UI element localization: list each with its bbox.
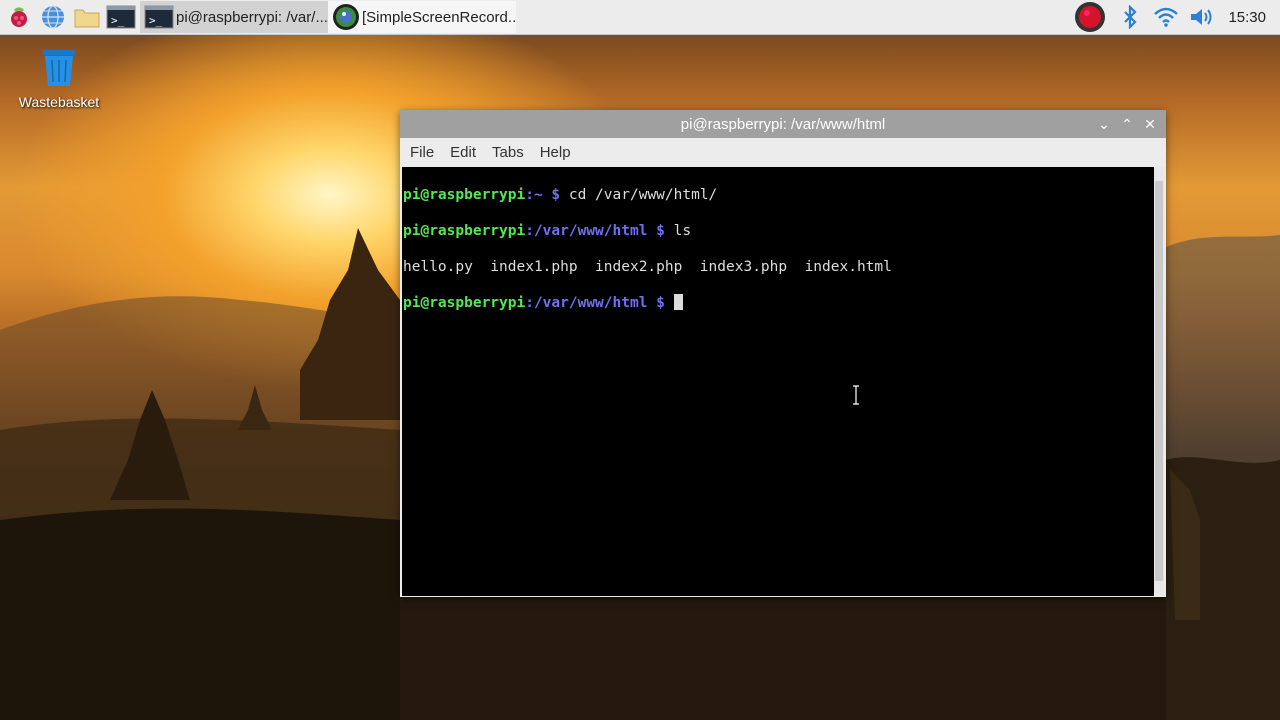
record-status-icon[interactable] <box>1073 0 1107 34</box>
scrollbar-thumb[interactable] <box>1155 181 1163 581</box>
wastebasket-desktop-icon[interactable]: Wastebasket <box>14 46 104 110</box>
prompt-user: pi@raspberrypi <box>403 187 526 203</box>
prompt-user: pi@raspberrypi <box>403 295 526 311</box>
prompt-path: :/var/www/html $ <box>525 295 665 311</box>
terminal-launcher-icon[interactable]: >_ <box>106 2 136 32</box>
minimize-icon[interactable]: ⌄ <box>1094 114 1114 134</box>
terminal-icon: >_ <box>144 5 174 29</box>
web-browser-icon[interactable] <box>38 2 68 32</box>
clock[interactable]: 15:30 <box>1228 9 1266 26</box>
command-text <box>665 295 674 311</box>
raspberry-menu-icon[interactable] <box>4 2 34 32</box>
system-tray: 15:30 <box>1068 0 1280 34</box>
command-output: hello.py index1.php index2.php index3.ph… <box>403 259 892 275</box>
prompt-path: :~ $ <box>525 187 561 203</box>
close-icon[interactable]: ✕ <box>1140 114 1160 134</box>
wastebasket-label: Wastebasket <box>18 94 100 110</box>
prompt-user: pi@raspberrypi <box>403 223 526 239</box>
taskbar-terminal-task[interactable]: >_ pi@raspberrypi: /var/... <box>140 1 328 33</box>
terminal-line: pi@raspberrypi:/var/www/html $ ls <box>402 222 1154 240</box>
terminal-scrollbar[interactable] <box>1154 167 1164 595</box>
trash-icon <box>43 50 75 86</box>
menu-file[interactable]: File <box>402 144 442 161</box>
terminal-line: pi@raspberrypi:/var/www/html $ <box>402 294 1154 312</box>
taskbar-recorder-task[interactable]: [SimpleScreenRecord... <box>328 1 516 33</box>
prompt-path: :/var/www/html $ <box>525 223 665 239</box>
bluetooth-icon[interactable] <box>1117 4 1143 30</box>
mouse-ibeam-cursor <box>853 385 859 405</box>
svg-text:>_: >_ <box>111 14 125 27</box>
window-title: pi@raspberrypi: /var/www/html <box>680 115 886 133</box>
command-text: cd /var/www/html/ <box>560 187 718 203</box>
terminal-line: pi@raspberrypi:~ $ cd /var/www/html/ <box>402 186 1154 204</box>
screen-recorder-icon <box>333 4 359 30</box>
volume-icon[interactable] <box>1189 4 1215 30</box>
terminal-output[interactable]: pi@raspberrypi:~ $ cd /var/www/html/ pi@… <box>402 167 1154 596</box>
file-manager-icon[interactable] <box>72 2 102 32</box>
text-cursor <box>673 294 683 310</box>
terminal-line: hello.py index1.php index2.php index3.ph… <box>402 258 1154 276</box>
taskbar-task-label: [SimpleScreenRecord... <box>362 8 516 26</box>
svg-text:>_: >_ <box>149 14 163 27</box>
maximize-icon[interactable]: ⌃ <box>1117 114 1137 134</box>
top-panel: >_ >_ pi@raspberrypi: /var/... [SimpleSc… <box>0 0 1280 35</box>
wifi-icon[interactable] <box>1153 4 1179 30</box>
command-text: ls <box>664 223 692 239</box>
menu-bar: File Edit Tabs Help <box>400 138 1166 167</box>
taskbar-task-label: pi@raspberrypi: /var/... <box>176 8 328 26</box>
window-titlebar[interactable]: pi@raspberrypi: /var/www/html ⌄ ⌃ ✕ <box>400 110 1166 138</box>
menu-tabs[interactable]: Tabs <box>484 144 532 161</box>
menu-edit[interactable]: Edit <box>442 144 484 161</box>
terminal-window: pi@raspberrypi: /var/www/html ⌄ ⌃ ✕ File… <box>400 110 1166 597</box>
menu-help[interactable]: Help <box>532 144 579 161</box>
